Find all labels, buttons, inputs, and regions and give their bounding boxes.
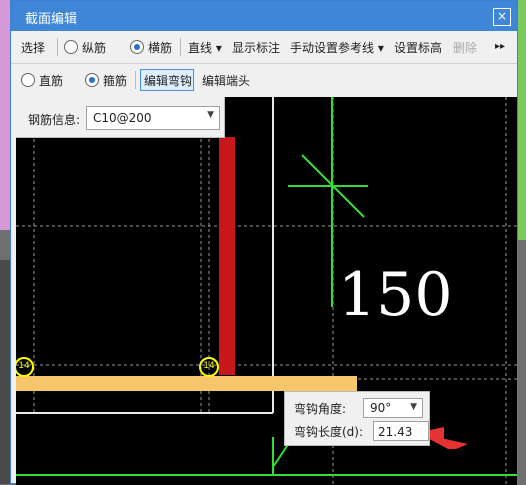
show-annotation-button[interactable]: 显示标注 xyxy=(232,39,280,56)
radio-label: 箍筋 xyxy=(103,74,128,88)
rebar-info-value: C10@200 xyxy=(93,111,152,125)
section-edit-dialog: 截面编辑 × 选择 纵筋 横筋 直线 ▾ 显示标注 手动设置参考线 ▾ 设置标高… xyxy=(10,0,518,485)
window-title: 截面编辑 xyxy=(25,12,78,27)
rebar-marker-label: 14 xyxy=(203,361,215,371)
horizontal-rebar[interactable] xyxy=(16,376,357,391)
set-elevation-button[interactable]: 设置标高 xyxy=(394,39,442,56)
dimension-label: 150 xyxy=(338,260,453,330)
radio-checked-icon xyxy=(130,40,144,54)
radio-label: 横筋 xyxy=(148,41,173,55)
hook-length-label: 弯钩长度(d): xyxy=(294,425,364,439)
line-dropdown[interactable]: 直线 ▾ xyxy=(188,39,222,56)
chevron-down-icon: ▼ xyxy=(207,110,214,120)
hook-length-input[interactable]: 21.43 xyxy=(373,421,429,441)
secondary-toolbar: 直筋 箍筋 编辑弯钩 编辑端头 xyxy=(11,64,517,96)
radio-straight-rebar[interactable]: 直筋 xyxy=(21,72,63,89)
close-button[interactable]: × xyxy=(493,8,511,26)
radio-label: 直筋 xyxy=(39,74,64,88)
radio-horizontal-rebar[interactable]: 横筋 xyxy=(130,39,172,56)
rebar-info-panel: 钢筋信息: C10@200 ▼ xyxy=(16,97,225,138)
manual-ref-line-dropdown[interactable]: 手动设置参考线 ▾ xyxy=(290,39,384,56)
hook-settings-panel: 弯钩角度: 90° ▼ 弯钩长度(d): 21.43 xyxy=(284,391,430,446)
hook-length-value: 21.43 xyxy=(378,425,413,439)
rebar-marker-label: 14 xyxy=(18,361,30,371)
chevron-down-icon: ▼ xyxy=(410,402,417,412)
radio-icon xyxy=(64,40,78,54)
radio-stirrup[interactable]: 箍筋 xyxy=(85,72,127,89)
hook-angle-label: 弯钩角度: xyxy=(294,402,347,416)
main-toolbar: 选择 纵筋 横筋 直线 ▾ 显示标注 手动设置参考线 ▾ 设置标高 删除 ▸▸ xyxy=(11,31,517,64)
stirrup-rebar[interactable] xyxy=(219,137,235,375)
delete-button[interactable]: 删除 xyxy=(453,39,477,56)
hook-angle-value: 90° xyxy=(370,401,392,415)
edit-end-button[interactable]: 编辑端头 xyxy=(202,72,250,89)
radio-checked-icon xyxy=(85,73,99,87)
select-button[interactable]: 选择 xyxy=(21,39,45,56)
radio-label: 纵筋 xyxy=(82,41,107,55)
toolbar-separator xyxy=(57,38,58,56)
rebar-info-select[interactable]: C10@200 ▼ xyxy=(86,106,220,130)
title-bar[interactable]: 截面编辑 × xyxy=(11,1,517,31)
toolbar-separator xyxy=(180,38,181,56)
hook-angle-select[interactable]: 90° ▼ xyxy=(363,398,423,418)
edit-hook-button[interactable]: 编辑弯钩 xyxy=(144,72,192,89)
toolbar-overflow-icon[interactable]: ▸▸ xyxy=(495,41,505,52)
toolbar-separator xyxy=(135,71,136,89)
radio-vertical-rebar[interactable]: 纵筋 xyxy=(64,39,106,56)
radio-icon xyxy=(21,73,35,87)
drawing-canvas[interactable]: 14 14 150 钢筋信息: C10@200 ▼ 弯钩角度: 90° ▼ 弯钩… xyxy=(16,97,517,485)
rebar-info-label: 钢筋信息: xyxy=(28,113,81,127)
